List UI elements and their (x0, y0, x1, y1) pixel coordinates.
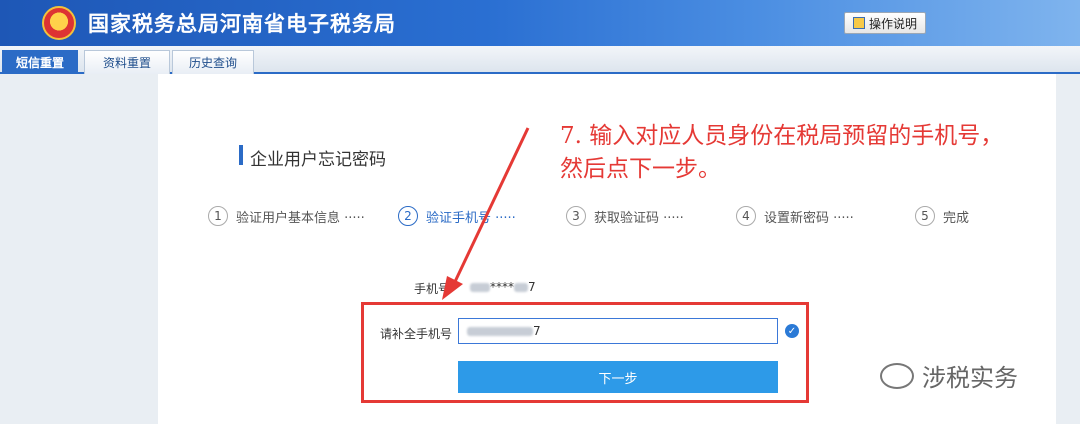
wechat-icon (880, 362, 914, 389)
watermark-text: 涉税实务 (922, 364, 1018, 392)
watermark: 涉税实务 (880, 358, 1018, 393)
